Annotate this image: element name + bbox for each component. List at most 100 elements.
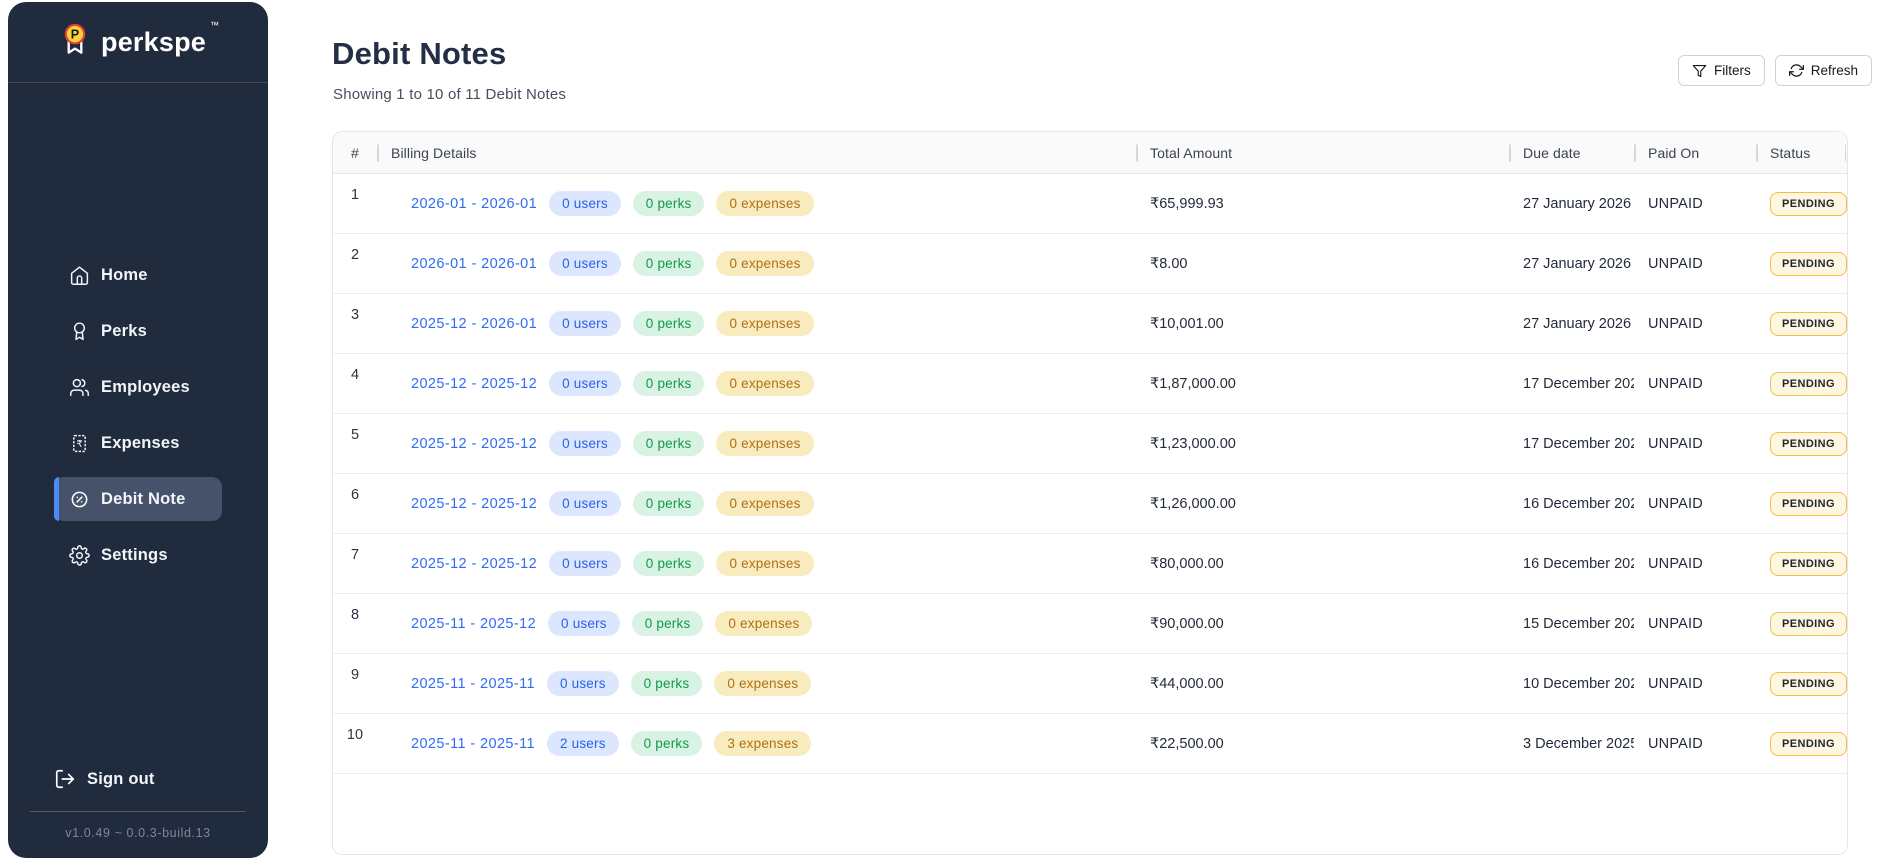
billing-period-link[interactable]: 2025-11 - 2025-11 (411, 736, 535, 752)
table-row: 9 2025-11 - 2025-11 0 users 0 perks 0 ex… (333, 654, 1847, 714)
sign-out-button[interactable]: Sign out (28, 757, 248, 801)
app-version: v1.0.49 ~ 0.0.3-build.13 (28, 826, 248, 840)
expenses-badge: 3 expenses (714, 731, 811, 756)
paid-on: UNPAID (1634, 196, 1756, 212)
table-body: 1 2026-01 - 2026-01 0 users 0 perks 0 ex… (333, 174, 1847, 774)
status-badge: PENDING (1770, 552, 1847, 576)
sidebar-item-label: Perks (101, 322, 147, 341)
page-title: Debit Notes (332, 36, 506, 72)
status-badge: PENDING (1770, 192, 1847, 216)
svg-text:P: P (71, 27, 79, 41)
sidebar-item-label: Employees (101, 378, 190, 397)
logo-text: perkspe (101, 27, 206, 58)
refresh-button[interactable]: Refresh (1775, 55, 1872, 86)
row-index: 8 (333, 594, 377, 653)
column-header-due-date: Due date (1509, 132, 1634, 173)
sidebar-item-employees[interactable]: Employees (54, 365, 222, 409)
paid-on: UNPAID (1634, 736, 1756, 752)
perkspe-logo[interactable]: P perkspe ™ (8, 2, 268, 82)
billing-period-link[interactable]: 2025-12 - 2025-12 (411, 496, 537, 512)
perks-badge: 0 perks (632, 611, 704, 636)
paid-on: UNPAID (1634, 676, 1756, 692)
column-header-paid-on: Paid On (1634, 132, 1756, 173)
expenses-badge: 0 expenses (716, 431, 813, 456)
column-header-index: # (333, 132, 377, 173)
due-date: 27 January 2026 (1509, 196, 1634, 212)
table-row: 3 2025-12 - 2026-01 0 users 0 perks 0 ex… (333, 294, 1847, 354)
row-index: 7 (333, 534, 377, 593)
billing-period-link[interactable]: 2026-01 - 2026-01 (411, 256, 537, 272)
total-amount: ₹8.00 (1136, 256, 1509, 272)
users-badge: 0 users (549, 431, 621, 456)
debit-notes-table: # Billing Details Total Amount Due date … (332, 131, 1848, 855)
due-date: 16 December 2025 (1509, 556, 1634, 572)
expenses-badge: 0 expenses (716, 491, 813, 516)
header-actions: Filters Refresh (1678, 55, 1872, 86)
due-date: 27 January 2026 (1509, 256, 1634, 272)
billing-period-link[interactable]: 2025-12 - 2026-01 (411, 316, 537, 332)
row-index: 4 (333, 354, 377, 413)
status-badge: PENDING (1770, 672, 1847, 696)
sign-out-label: Sign out (87, 770, 155, 789)
expenses-badge: 0 expenses (716, 191, 813, 216)
sidebar-item-perks[interactable]: Perks (54, 309, 222, 353)
expenses-badge: 0 expenses (714, 671, 811, 696)
status-badge: PENDING (1770, 732, 1847, 756)
billing-period-link[interactable]: 2025-11 - 2025-12 (411, 616, 536, 632)
perks-badge: 0 perks (633, 251, 705, 276)
table-row: 1 2026-01 - 2026-01 0 users 0 perks 0 ex… (333, 174, 1847, 234)
sidebar-footer: Sign out v1.0.49 ~ 0.0.3-build.13 (8, 757, 268, 858)
users-badge: 0 users (549, 371, 621, 396)
sidebar-item-settings[interactable]: Settings (54, 533, 222, 577)
users-badge: 0 users (547, 671, 619, 696)
expenses-badge: 0 expenses (716, 551, 813, 576)
row-index: 6 (333, 474, 377, 533)
total-amount: ₹1,87,000.00 (1136, 376, 1509, 392)
table-row: 5 2025-12 - 2025-12 0 users 0 perks 0 ex… (333, 414, 1847, 474)
total-amount: ₹90,000.00 (1136, 616, 1509, 632)
perks-badge: 0 perks (633, 551, 705, 576)
filters-button[interactable]: Filters (1678, 55, 1765, 86)
status-badge: PENDING (1770, 492, 1847, 516)
sidebar-nav: Home Perks Employees ₹ (8, 83, 268, 577)
column-header-total-amount: Total Amount (1136, 132, 1509, 173)
table-row: 7 2025-12 - 2025-12 0 users 0 perks 0 ex… (333, 534, 1847, 594)
billing-period-link[interactable]: 2025-11 - 2025-11 (411, 676, 535, 692)
expenses-badge: 0 expenses (715, 611, 812, 636)
due-date: 16 December 2025 (1509, 496, 1634, 512)
sidebar: P perkspe ™ Home Perks (8, 2, 268, 858)
status-badge: PENDING (1770, 372, 1847, 396)
paid-on: UNPAID (1634, 436, 1756, 452)
sidebar-item-label: Settings (101, 546, 168, 565)
table-row: 10 2025-11 - 2025-11 2 users 0 perks 3 e… (333, 714, 1847, 774)
total-amount: ₹44,000.00 (1136, 676, 1509, 692)
users-badge: 0 users (549, 311, 621, 336)
table-row: 6 2025-12 - 2025-12 0 users 0 perks 0 ex… (333, 474, 1847, 534)
row-index: 5 (333, 414, 377, 473)
filters-button-label: Filters (1714, 63, 1751, 78)
sidebar-item-expenses[interactable]: ₹ Expenses (54, 421, 222, 465)
refresh-icon (1789, 63, 1804, 78)
billing-period-link[interactable]: 2025-12 - 2025-12 (411, 436, 537, 452)
sidebar-item-label: Home (101, 266, 148, 285)
billing-period-link[interactable]: 2025-12 - 2025-12 (411, 556, 537, 572)
perkspe-medal-icon: P (57, 22, 93, 63)
rupee-receipt-icon: ₹ (68, 432, 90, 454)
home-icon (68, 264, 90, 286)
total-amount: ₹10,001.00 (1136, 316, 1509, 332)
sidebar-item-home[interactable]: Home (54, 253, 222, 297)
medal-icon (68, 320, 90, 342)
sidebar-item-label: Expenses (101, 434, 180, 453)
users-badge: 0 users (549, 251, 621, 276)
sidebar-item-debit-note[interactable]: Debit Note (54, 477, 222, 521)
billing-period-link[interactable]: 2025-12 - 2025-12 (411, 376, 537, 392)
total-amount: ₹1,23,000.00 (1136, 436, 1509, 452)
paid-on: UNPAID (1634, 616, 1756, 632)
billing-period-link[interactable]: 2026-01 - 2026-01 (411, 196, 537, 212)
total-amount: ₹22,500.00 (1136, 736, 1509, 752)
table-header-row: # Billing Details Total Amount Due date … (333, 132, 1847, 174)
perks-badge: 0 perks (631, 731, 703, 756)
perks-badge: 0 perks (633, 311, 705, 336)
table-row: 8 2025-11 - 2025-12 0 users 0 perks 0 ex… (333, 594, 1847, 654)
users-badge: 0 users (549, 551, 621, 576)
